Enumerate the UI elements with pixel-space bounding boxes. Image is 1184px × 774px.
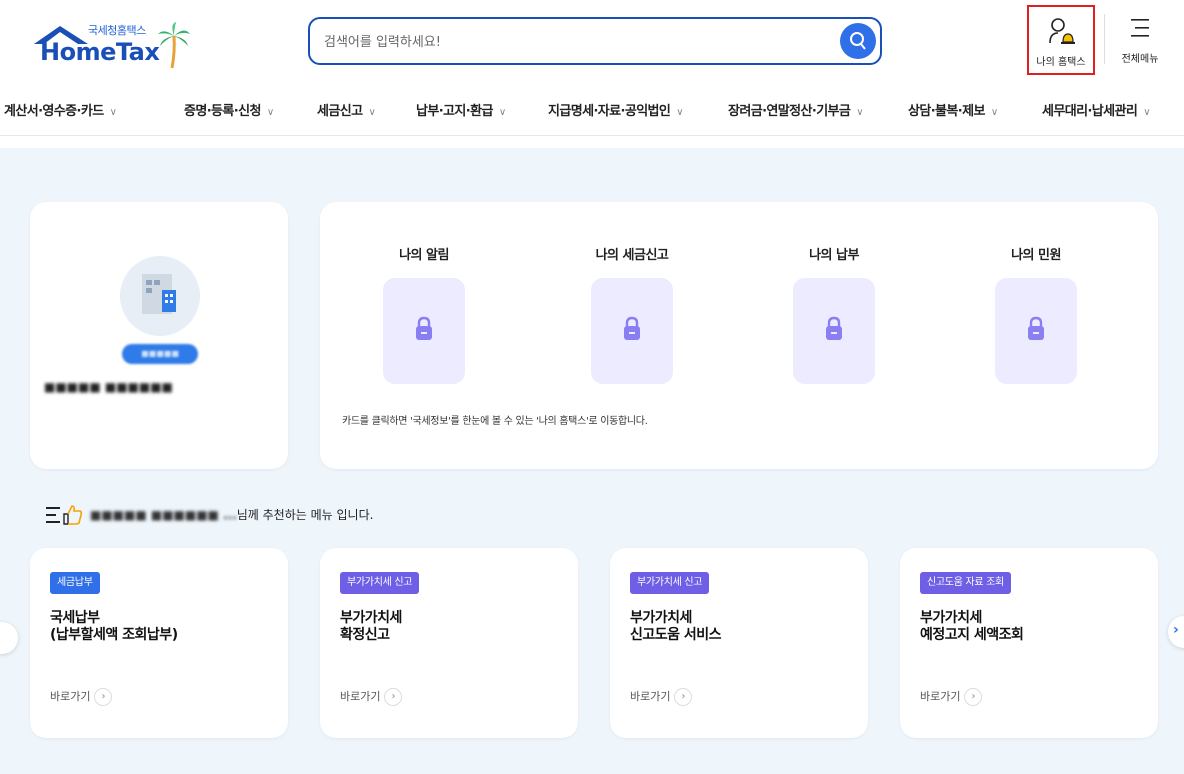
nav-item-invoice-receipt-card[interactable]: 계산서·영수증·카드 ∨	[4, 100, 117, 119]
search-icon	[850, 32, 866, 50]
recommend-card-title: 국세납부 (납부할세액 조회납부)	[50, 610, 178, 643]
main-content: ■■■■■ ■■■■■ ■■■■■■ 나의 알림 나의 세금신고 나의 납부 나…	[0, 148, 1184, 774]
recommend-card-title: 부가가치세 확정신고	[340, 610, 402, 643]
lock-icon	[1028, 316, 1044, 340]
profile-card[interactable]: ■■■■■ ■■■■■ ■■■■■■	[30, 202, 288, 469]
go-link[interactable]: 바로가기 ›	[630, 688, 693, 706]
lock-icon	[624, 316, 640, 340]
chevron-right-icon: ›	[674, 688, 693, 706]
my-alerts-lock-box	[383, 278, 465, 384]
my-payment-lock-box	[793, 278, 875, 384]
recommend-tag: 부가가치세 신고	[340, 572, 420, 594]
nav-item-tax-filing[interactable]: 세금신고 ∨	[317, 100, 376, 119]
my-hometax-cards: 나의 알림 나의 세금신고 나의 납부 나의 민원 카드를 클릭하면 '국세정보…	[320, 202, 1158, 469]
profile-name: ■■■■■ ■■■■■■	[44, 380, 173, 394]
chevron-down-icon: ∨	[266, 107, 274, 118]
chevron-down-icon: ∨	[856, 107, 864, 118]
recommend-card-national-tax-payment[interactable]: 세금납부 국세납부 (납부할세액 조회납부) 바로가기 ›	[30, 548, 288, 738]
user-bell-icon	[1049, 18, 1075, 44]
go-link[interactable]: 바로가기 ›	[340, 688, 403, 706]
my-hometax-label: 나의 홈택스	[1036, 57, 1086, 68]
logo-title: HomeTax	[40, 38, 160, 66]
logo-subtitle: 국세청홈택스	[88, 24, 146, 37]
go-link[interactable]: 바로가기 ›	[920, 688, 983, 706]
nav-item-payment-refund[interactable]: 납부·고지·환급 ∨	[416, 100, 506, 119]
recommend-tag: 세금납부	[50, 572, 100, 594]
my-hometax-button[interactable]: 나의 홈택스	[1027, 5, 1095, 75]
recommend-tag: 신고도움 자료 조회	[920, 572, 1011, 594]
recommend-card-vat-preliminary-notice[interactable]: 신고도움 자료 조회 부가가치세 예정고지 세액조회 바로가기 ›	[900, 548, 1158, 738]
hamburger-menu-icon	[1131, 19, 1149, 37]
recommend-tag: 부가가치세 신고	[630, 572, 710, 594]
my-tax-filing-title: 나의 세금신고	[595, 248, 669, 263]
main-navigation: 계산서·영수증·카드 ∨ 증명·등록·신청 ∨ 세금신고 ∨ 납부·고지·환급 ∨ 지급…	[0, 84, 1184, 136]
search-box	[308, 17, 882, 65]
nav-item-incentive-yearend[interactable]: 장려금·연말정산·기부금 ∨	[728, 100, 864, 119]
chevron-down-icon: ∨	[1143, 107, 1150, 118]
lock-icon	[826, 316, 842, 340]
my-alerts-title: 나의 알림	[399, 248, 449, 263]
my-payment-card[interactable]: 나의 납부	[764, 244, 904, 384]
chevron-down-icon: ∨	[109, 107, 117, 118]
palm-tree-icon	[158, 22, 190, 69]
slide-next-button[interactable]: ›	[1168, 616, 1184, 648]
nav-item-certificate-registration[interactable]: 증명·등록·신청 ∨	[184, 100, 274, 119]
recommend-suffix: 님께 추천하는 메뉴 입니다.	[236, 508, 374, 522]
my-tax-filing-card[interactable]: 나의 세금신고	[562, 244, 702, 384]
chevron-down-icon: ∨	[990, 107, 998, 118]
profile-badge: ■■■■■	[122, 344, 198, 364]
chevron-down-icon: ∨	[498, 107, 506, 118]
my-alerts-card[interactable]: 나의 알림	[354, 244, 494, 384]
my-hometax-note: 카드를 클릭하면 '국세정보'를 한눈에 볼 수 있는 '나의 홈택스'로 이동…	[342, 416, 648, 427]
chevron-right-icon: ›	[1173, 622, 1179, 638]
nav-item-consult-appeal[interactable]: 상담·불복·제보 ∨	[908, 100, 998, 119]
slide-prev-button[interactable]	[0, 622, 18, 654]
all-menu-label: 전체메뉴	[1121, 54, 1159, 65]
building-document-icon	[142, 274, 176, 314]
lock-icon	[416, 316, 432, 340]
chevron-down-icon: ∨	[676, 107, 684, 118]
recommend-title: ■■■■■ ■■■■■■ ...님께 추천하는 메뉴 입니다.	[46, 506, 373, 523]
my-civil-petition-card[interactable]: 나의 민원	[966, 244, 1106, 384]
recommend-card-vat-filing-help[interactable]: 부가가치세 신고 부가가치세 신고도움 서비스 바로가기 ›	[610, 548, 868, 738]
search-input[interactable]	[324, 31, 824, 53]
nav-item-tax-agent[interactable]: 세무대리·납세관리 ∨	[1042, 100, 1151, 119]
my-payment-title: 나의 납부	[809, 248, 859, 263]
header-divider	[1104, 14, 1105, 64]
hometax-logo[interactable]: 국세청홈택스 HomeTax	[30, 18, 200, 74]
recommend-card-vat-final-return[interactable]: 부가가치세 신고 부가가치세 확정신고 바로가기 ›	[320, 548, 578, 738]
chevron-down-icon: ∨	[368, 107, 376, 118]
avatar	[120, 256, 200, 352]
site-header: 국세청홈택스 HomeTax 나의 홈택스	[0, 0, 1184, 84]
my-tax-filing-lock-box	[591, 278, 673, 384]
nav-item-payment-statement[interactable]: 지급명세·자료·공익법인 ∨	[548, 100, 684, 119]
recommend-card-title: 부가가치세 신고도움 서비스	[630, 610, 722, 643]
chevron-right-icon: ›	[964, 688, 983, 706]
go-link[interactable]: 바로가기 ›	[50, 688, 113, 706]
my-civil-petition-lock-box	[995, 278, 1077, 384]
chevron-right-icon: ›	[384, 688, 403, 706]
all-menu-button[interactable]: 전체메뉴	[1112, 14, 1168, 74]
chevron-right-icon: ›	[94, 688, 113, 706]
search-button[interactable]	[840, 23, 876, 59]
recommend-card-title: 부가가치세 예정고지 세액조회	[920, 610, 1024, 643]
recommend-user-name: ■■■■■ ■■■■■■ ...	[90, 508, 237, 522]
my-civil-petition-title: 나의 민원	[1011, 248, 1061, 263]
